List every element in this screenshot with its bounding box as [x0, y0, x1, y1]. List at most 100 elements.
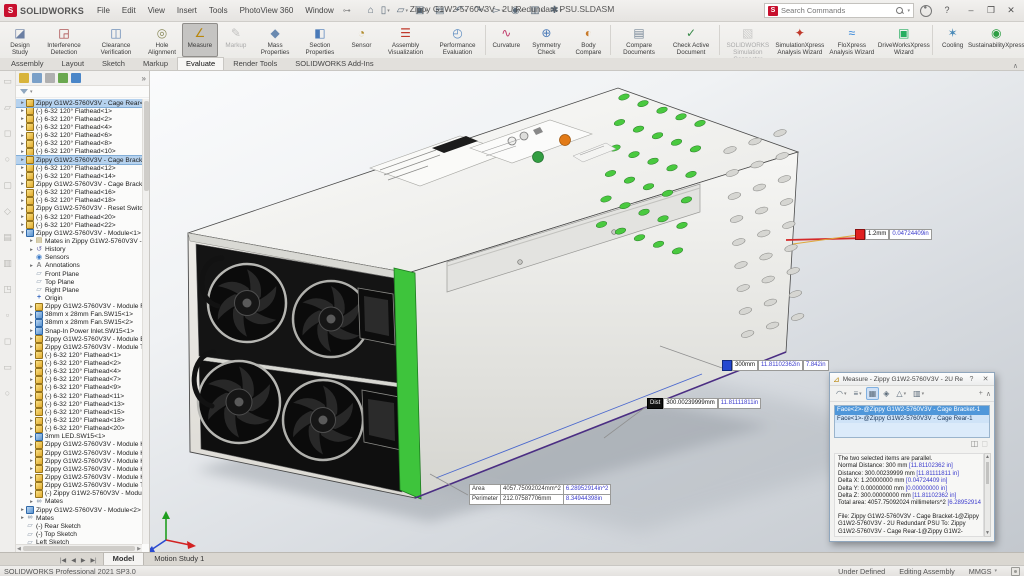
left-strip-tool-icon[interactable]: ◳	[3, 285, 12, 294]
expand-arrow-icon[interactable]: ▸	[19, 222, 26, 228]
tree-item[interactable]: ▸(-) 6-32 120° Flathead<7>	[16, 376, 142, 384]
performance-evaluation-button[interactable]: ◴Performance Evaluation	[431, 23, 483, 57]
tree-item[interactable]: ▸3mm LED.SW15<1>	[16, 433, 142, 441]
expand-arrow-icon[interactable]: ▸	[28, 361, 35, 367]
tree-item[interactable]: ▸Zippy G1W2-5760V3V - Cage Bracket<1> ->	[16, 156, 142, 164]
left-strip-tool-icon[interactable]: ◻	[4, 337, 11, 346]
tree-item[interactable]: ▸(-) 6-32 120° Flathead<13>	[16, 400, 142, 408]
measure-button[interactable]: ∠Measure	[182, 23, 218, 57]
configurationmanager-icon[interactable]	[45, 73, 55, 83]
expand-arrow-icon[interactable]: ▸	[19, 181, 26, 187]
tree-item[interactable]: ▸(-) 6-32 120° Flathead<2>	[16, 115, 142, 123]
tree-item[interactable]: ▸38mm x 28mm Fan.SW15<1>	[16, 311, 142, 319]
expand-arrow-icon[interactable]: ▸	[19, 507, 26, 513]
create-sensor-icon[interactable]: ◫	[971, 439, 979, 448]
tree-item[interactable]: ▸Zippy G1W2-5760V3V - Cage Rear<1> ->	[16, 99, 142, 107]
body-compare-button[interactable]: ◐Body Compare	[569, 23, 609, 57]
selected-face-item[interactable]: Face<1>-@Zippy G1W2-5760V3V - Cage Rear-…	[835, 415, 989, 424]
expand-arrow-icon[interactable]: ▸	[28, 369, 35, 375]
sensor-button[interactable]: ◔Sensor	[343, 23, 379, 57]
tree-item[interactable]: ▸↺History	[16, 246, 142, 254]
tree-item[interactable]: ▾Zippy G1W2-5760V3V - Module<1>	[16, 229, 142, 237]
left-strip-tool-icon[interactable]: ▤	[3, 233, 12, 242]
tab-layout[interactable]: Layout	[53, 57, 94, 70]
left-strip-tool-icon[interactable]: ◇	[4, 207, 11, 216]
expand-arrow-icon[interactable]: ▸	[28, 328, 35, 334]
tree-item[interactable]: ▱(-) Rear Sketch	[16, 522, 142, 530]
featuremanager-design-tree-icon[interactable]	[19, 73, 29, 83]
point-to-point-icon[interactable]: ◈	[880, 387, 892, 400]
expand-arrow-icon[interactable]: ▸	[28, 409, 35, 415]
expand-arrow-icon[interactable]: ▸	[28, 352, 35, 358]
show-xyz-measurements-icon[interactable]: ▦	[866, 387, 880, 400]
expand-arrow-icon[interactable]: ▸	[28, 483, 35, 489]
tree-filter-row[interactable]: ▾	[16, 86, 149, 98]
expand-arrow-icon[interactable]: ▸	[28, 263, 35, 269]
tag-icon[interactable]	[1011, 567, 1020, 576]
search-commands-box[interactable]: S ▾	[764, 3, 914, 18]
displaymanager-icon[interactable]	[71, 73, 81, 83]
menu-file[interactable]: File	[92, 4, 115, 17]
new-document-icon[interactable]: ▯▾	[378, 4, 393, 17]
expand-arrow-icon[interactable]: ▸	[28, 418, 35, 424]
tree-item[interactable]: ▸(-) 6-32 120° Flathead<18>	[16, 197, 142, 205]
distance-callout[interactable]: Dist 300.00239999mm 11.81111811in	[647, 398, 761, 409]
measure-dialog[interactable]: ⊿ Measure - Zippy G1W2-5760V3V - 2U Redu…	[829, 372, 995, 542]
expand-arrow-icon[interactable]: ▸	[19, 124, 26, 130]
tree-item[interactable]: ▸Zippy G1W2-5760V3V - Module Top<1>	[16, 343, 142, 351]
expand-arrow-icon[interactable]: ▸	[28, 336, 35, 342]
left-strip-tool-icon[interactable]: ▭	[3, 77, 12, 86]
tree-item[interactable]: ▱(-) Top Sketch	[16, 530, 142, 538]
sustainabilityxpress-button[interactable]: ◉SustainabilityXpress	[971, 23, 1022, 57]
expand-arrow-icon[interactable]: ▸	[28, 434, 35, 440]
propertymanager-icon[interactable]	[32, 73, 42, 83]
help-button[interactable]: ?	[938, 3, 956, 18]
expand-arrow-icon[interactable]: ▸	[28, 304, 35, 310]
tree-item[interactable]: ▸(-) 6-32 120° Flathead<1>	[16, 107, 142, 115]
expand-arrow-icon[interactable]: ▸	[19, 198, 26, 204]
tree-item[interactable]: ▸∞Mates	[16, 498, 142, 506]
tree-item[interactable]: ▸▤Mates in Zippy G1W2-5760V3V - 2U Redun…	[16, 237, 142, 245]
arc-circle-measure-icon[interactable]: ◠▾	[833, 387, 850, 400]
menu-tools[interactable]: Tools	[204, 4, 233, 17]
measure-help-button[interactable]: ?	[966, 376, 977, 383]
left-strip-tool-icon[interactable]: ▱	[4, 103, 11, 112]
model-tab-model[interactable]: Model	[103, 552, 145, 565]
expand-arrow-icon[interactable]: ▸	[19, 133, 26, 139]
left-strip-tool-icon[interactable]: ▭	[3, 363, 12, 372]
tree-item[interactable]: ▸(-) 6-32 120° Flathead<12>	[16, 164, 142, 172]
tree-item[interactable]: ▸(-) 6-32 120° Flathead<15>	[16, 408, 142, 416]
tree-vertical-scrollbar[interactable]	[142, 99, 149, 544]
tree-item[interactable]: ▸Zippy G1W2-5760V3V - Module Handle<3>	[16, 457, 142, 465]
tree-item[interactable]: ▸(-) 6-32 120° Flathead<16>	[16, 189, 142, 197]
expand-arrow-icon[interactable]: ▸	[19, 173, 26, 179]
menu-edit[interactable]: Edit	[117, 4, 141, 17]
expand-arrow-icon[interactable]: ▸	[19, 149, 26, 155]
tree-item[interactable]: ▸Zippy G1W2-5760V3V - Module Handle<5>	[16, 473, 142, 481]
curvature-button[interactable]: ∿Curvature	[488, 23, 524, 57]
prev-tab-icon[interactable]: ◀	[69, 557, 78, 564]
tree-item[interactable]: ▸(-) 6-32 120° Flathead<11>	[16, 392, 142, 400]
tree-item[interactable]: ▸(-) 6-32 120° Flathead<6>	[16, 132, 142, 140]
expand-arrow-icon[interactable]: ▸	[28, 377, 35, 383]
tab-assembly[interactable]: Assembly	[2, 57, 53, 70]
expand-arrow-icon[interactable]: ▸	[19, 116, 26, 122]
left-strip-tool-icon[interactable]: ▢	[3, 181, 12, 190]
tree-item[interactable]: ▸Snap-In Power Inlet.SW15<1>	[16, 327, 142, 335]
expand-arrow-icon[interactable]: ▸	[28, 320, 35, 326]
tree-item[interactable]: ▱Right Plane	[16, 286, 142, 294]
symmetry-check-button[interactable]: ⊕Symmetry Check	[524, 23, 568, 57]
tree-item[interactable]: ▸Zippy G1W2-5760V3V - Module Handle<1>	[16, 441, 142, 449]
menu-pin-icon[interactable]: ⊶	[343, 6, 351, 15]
floxpress-button[interactable]: ≈FloXpress Analysis Wizard	[826, 23, 878, 57]
tree-item[interactable]: ▸(-) 6-32 120° Flathead<4>	[16, 123, 142, 131]
tree-item[interactable]: +Origin	[16, 294, 142, 302]
tab-evaluate[interactable]: Evaluate	[177, 57, 224, 70]
tree-item[interactable]: ▸Zippy G1W2-5760V3V - Module Bottom<1>	[16, 335, 142, 343]
expand-arrow-icon[interactable]: ▸	[28, 450, 35, 456]
driveworksxpress-button[interactable]: ▣DriveWorksXpress Wizard	[878, 23, 930, 57]
dialog-collapse-icon[interactable]: ∧	[986, 390, 991, 398]
restore-button[interactable]: ❐	[982, 3, 1000, 18]
expand-arrow-icon[interactable]: ▸	[19, 214, 26, 220]
clearance-verification-button[interactable]: ◫Clearance Verification	[90, 23, 142, 57]
